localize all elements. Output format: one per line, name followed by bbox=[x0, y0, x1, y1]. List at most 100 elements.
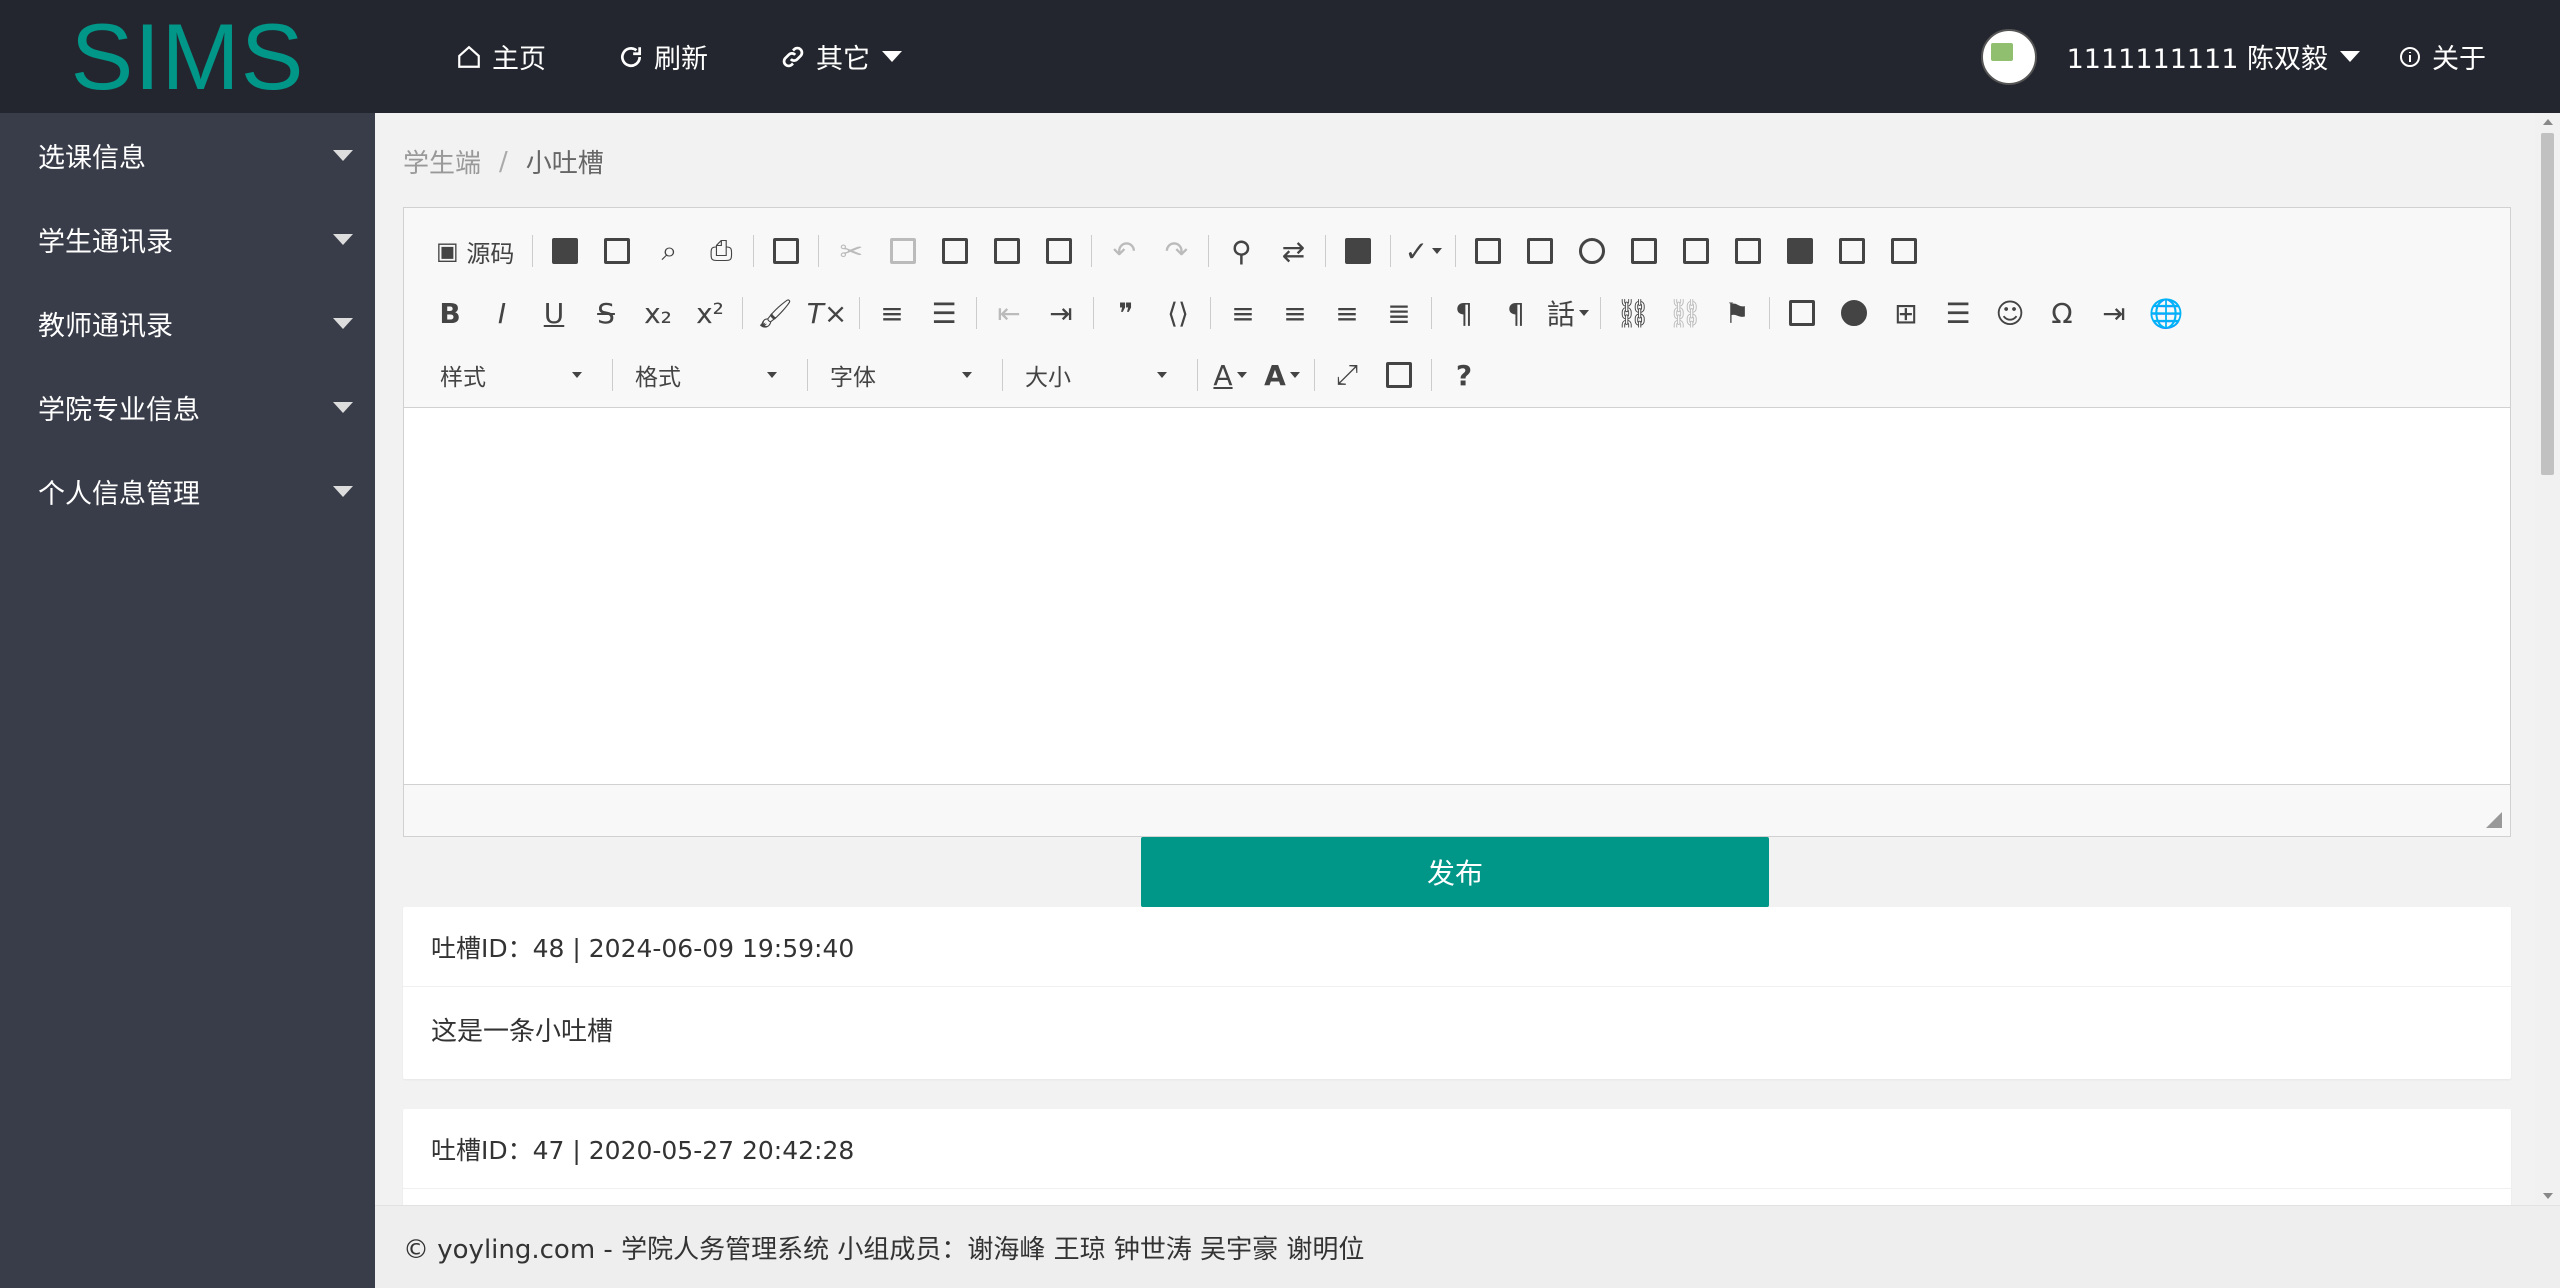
styles-combo[interactable]: 样式 bbox=[424, 353, 594, 397]
underline-button[interactable]: U bbox=[534, 291, 574, 335]
language-button[interactable]: 話 bbox=[1547, 291, 1590, 335]
remove-format-button[interactable]: T× bbox=[807, 291, 848, 335]
checkbox-button[interactable] bbox=[1520, 229, 1560, 273]
editor-content-area[interactable] bbox=[404, 408, 2510, 784]
subscript-button[interactable]: x₂ bbox=[638, 291, 678, 335]
sidebar-item-teacher-contacts[interactable]: 教师通讯录 bbox=[0, 281, 375, 365]
smiley-button[interactable]: ☺ bbox=[1990, 291, 2030, 335]
new-page-button[interactable] bbox=[597, 229, 637, 273]
flash-button[interactable] bbox=[1834, 291, 1874, 335]
strike-button[interactable]: S bbox=[586, 291, 626, 335]
align-center-button[interactable]: ≡ bbox=[1275, 291, 1315, 335]
blockquote-icon: ❞ bbox=[1118, 296, 1134, 330]
copy-format-button[interactable]: 🖌 bbox=[755, 291, 795, 335]
size-combo[interactable]: 大小 bbox=[1009, 353, 1179, 397]
table-button[interactable]: ⊞ bbox=[1886, 291, 1926, 335]
page-break-button[interactable]: ⇥ bbox=[2094, 291, 2134, 335]
copy-button[interactable] bbox=[883, 229, 923, 273]
scroll-down-icon[interactable] bbox=[2543, 1193, 2553, 1199]
link-button[interactable]: ⛓ bbox=[1613, 291, 1653, 335]
iframe-button[interactable]: 🌐 bbox=[2146, 291, 2186, 335]
logo[interactable]: SIMS bbox=[0, 0, 375, 113]
format-combo[interactable]: 格式 bbox=[619, 353, 789, 397]
indent-button[interactable]: ⇥ bbox=[1041, 291, 1081, 335]
hidden-field-icon bbox=[1891, 238, 1918, 264]
justify-button[interactable]: ≣ bbox=[1379, 291, 1419, 335]
radio-button[interactable] bbox=[1572, 229, 1612, 273]
sidebar-item-student-contacts[interactable]: 学生通讯录 bbox=[0, 197, 375, 281]
cut-button[interactable]: ✂ bbox=[831, 229, 871, 273]
superscript-button[interactable]: x² bbox=[690, 291, 730, 335]
form-button[interactable] bbox=[1468, 229, 1508, 273]
resize-handle-icon[interactable] bbox=[2486, 812, 2502, 828]
paste-word-button[interactable] bbox=[1039, 229, 1079, 273]
sidebar-item-personal-info[interactable]: 个人信息管理 bbox=[0, 449, 375, 533]
redo-button[interactable]: ↷ bbox=[1156, 229, 1196, 273]
nav-other[interactable]: 其它 bbox=[744, 0, 938, 113]
paste-word-icon bbox=[1046, 238, 1073, 264]
toolbar-separator bbox=[807, 359, 808, 391]
show-blocks-icon bbox=[1386, 362, 1412, 388]
blockquote-button[interactable]: ❞ bbox=[1106, 291, 1146, 335]
hidden-field-button[interactable] bbox=[1884, 229, 1924, 273]
show-blocks-button[interactable] bbox=[1379, 353, 1419, 397]
align-right-button[interactable]: ≡ bbox=[1327, 291, 1367, 335]
nav-refresh[interactable]: 刷新 bbox=[582, 0, 744, 113]
textfield-button[interactable] bbox=[1624, 229, 1664, 273]
image-button[interactable] bbox=[1782, 291, 1822, 335]
paste-button[interactable] bbox=[935, 229, 975, 273]
sidebar-item-label: 学院专业信息 bbox=[38, 394, 200, 426]
save-button[interactable] bbox=[545, 229, 585, 273]
ltr-button[interactable]: ¶ bbox=[1444, 291, 1484, 335]
rtl-button[interactable]: ¶ bbox=[1496, 291, 1536, 335]
italic-button[interactable]: I bbox=[482, 291, 522, 335]
strikethrough-icon: S bbox=[597, 296, 615, 330]
paste-text-button[interactable] bbox=[987, 229, 1027, 273]
user-menu[interactable]: 1111111111 陈双毅 bbox=[2067, 37, 2398, 76]
image-button-field-button[interactable] bbox=[1832, 229, 1872, 273]
sidebar-item-course[interactable]: 选课信息 bbox=[0, 113, 375, 197]
horizontal-rule-button[interactable]: ☰ bbox=[1938, 291, 1978, 335]
publish-button[interactable]: 发布 bbox=[1141, 837, 1769, 907]
spellcheck-button[interactable]: ✓ bbox=[1403, 229, 1443, 273]
align-left-button[interactable]: ≡ bbox=[1223, 291, 1263, 335]
bg-color-button[interactable]: A bbox=[1262, 353, 1302, 397]
button-field-button[interactable] bbox=[1780, 229, 1820, 273]
about-link[interactable]: 关于 bbox=[2398, 37, 2560, 76]
special-char-button[interactable]: Ω bbox=[2042, 291, 2082, 335]
print-button[interactable]: ⎙ bbox=[701, 229, 741, 273]
preview-button[interactable]: ⌕ bbox=[649, 229, 689, 273]
breadcrumb-root[interactable]: 学生端 bbox=[403, 143, 481, 180]
bulleted-list-button[interactable]: ☰ bbox=[924, 291, 964, 335]
about-editor-button[interactable]: ? bbox=[1444, 353, 1484, 397]
textarea-button[interactable] bbox=[1676, 229, 1716, 273]
scrollbar-thumb[interactable] bbox=[2541, 133, 2554, 475]
copy-icon bbox=[890, 238, 917, 264]
avatar[interactable] bbox=[1980, 28, 2037, 85]
page-scrollbar[interactable] bbox=[2535, 113, 2560, 1205]
bold-button[interactable]: B bbox=[430, 291, 470, 335]
source-button[interactable]: ▣ 源码 bbox=[430, 229, 520, 273]
nav-home[interactable]: 主页 bbox=[420, 0, 582, 113]
image-icon bbox=[1789, 300, 1815, 326]
size-combo-label: 大小 bbox=[1025, 365, 1071, 391]
anchor-button[interactable]: ⚑ bbox=[1717, 291, 1757, 335]
sidebar-item-college-majors[interactable]: 学院专业信息 bbox=[0, 365, 375, 449]
print-icon: ⎙ bbox=[710, 234, 733, 267]
select-all-button[interactable] bbox=[1338, 229, 1378, 273]
create-div-button[interactable]: ⟨⟩ bbox=[1158, 291, 1198, 335]
toolbar-separator bbox=[532, 235, 534, 267]
select-field-button[interactable] bbox=[1728, 229, 1768, 273]
font-combo[interactable]: 字体 bbox=[814, 353, 984, 397]
undo-button[interactable]: ↶ bbox=[1104, 229, 1144, 273]
maximize-button[interactable]: ⤢ bbox=[1327, 353, 1367, 397]
radio-icon bbox=[1579, 238, 1606, 264]
numbered-list-button[interactable]: ≡ bbox=[872, 291, 912, 335]
scroll-up-icon[interactable] bbox=[2543, 119, 2553, 125]
text-color-button[interactable]: A bbox=[1210, 353, 1250, 397]
find-button[interactable]: ⚲ bbox=[1221, 229, 1261, 273]
replace-button[interactable]: ⇄ bbox=[1273, 229, 1313, 273]
outdent-button[interactable]: ⇤ bbox=[989, 291, 1029, 335]
unlink-button[interactable]: ⛓ bbox=[1665, 291, 1705, 335]
templates-button[interactable] bbox=[766, 229, 806, 273]
